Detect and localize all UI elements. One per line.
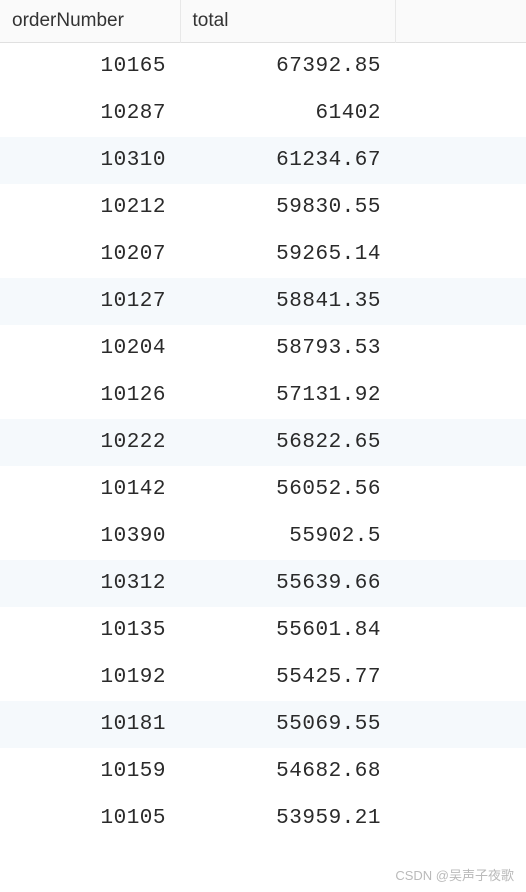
cell-empty [395,795,526,842]
cell-empty [395,419,526,466]
table-row[interactable]: 10127 58841.35 [0,278,526,325]
cell-empty [395,560,526,607]
table-row[interactable]: 10287 61402 [0,90,526,137]
cell-orderNumber: 10207 [0,231,180,278]
cell-total: 54682.68 [180,748,395,795]
cell-orderNumber: 10287 [0,90,180,137]
cell-empty [395,372,526,419]
table-row[interactable]: 10192 55425.77 [0,654,526,701]
cell-orderNumber: 10181 [0,701,180,748]
cell-orderNumber: 10310 [0,137,180,184]
cell-total: 56822.65 [180,419,395,466]
result-table: orderNumber total 10165 67392.85 10287 6… [0,0,526,842]
table-row[interactable]: 10135 55601.84 [0,607,526,654]
cell-total: 58793.53 [180,325,395,372]
cell-total: 55069.55 [180,701,395,748]
cell-total: 53959.21 [180,795,395,842]
cell-total: 61402 [180,90,395,137]
cell-orderNumber: 10105 [0,795,180,842]
table-row[interactable]: 10390 55902.5 [0,513,526,560]
table-row[interactable]: 10181 55069.55 [0,701,526,748]
table-row[interactable]: 10105 53959.21 [0,795,526,842]
cell-empty [395,701,526,748]
table-header-row: orderNumber total [0,0,526,43]
cell-empty [395,513,526,560]
cell-empty [395,184,526,231]
cell-orderNumber: 10204 [0,325,180,372]
cell-orderNumber: 10390 [0,513,180,560]
cell-empty [395,90,526,137]
cell-empty [395,325,526,372]
result-grid-container: orderNumber total 10165 67392.85 10287 6… [0,0,526,892]
cell-total: 55601.84 [180,607,395,654]
table-row[interactable]: 10142 56052.56 [0,466,526,513]
table-row[interactable]: 10312 55639.66 [0,560,526,607]
table-row[interactable]: 10207 59265.14 [0,231,526,278]
cell-total: 59265.14 [180,231,395,278]
table-row[interactable]: 10222 56822.65 [0,419,526,466]
cell-orderNumber: 10159 [0,748,180,795]
cell-empty [395,278,526,325]
watermark-text: CSDN @吴声子夜歌 [395,865,514,884]
cell-empty [395,43,526,90]
table-body: 10165 67392.85 10287 61402 10310 61234.6… [0,43,526,842]
cell-empty [395,466,526,513]
cell-orderNumber: 10222 [0,419,180,466]
cell-orderNumber: 10126 [0,372,180,419]
cell-total: 55902.5 [180,513,395,560]
cell-total: 58841.35 [180,278,395,325]
table-row[interactable]: 10126 57131.92 [0,372,526,419]
table-row[interactable]: 10310 61234.67 [0,137,526,184]
cell-empty [395,654,526,701]
cell-orderNumber: 10135 [0,607,180,654]
cell-total: 56052.56 [180,466,395,513]
table-row[interactable]: 10165 67392.85 [0,43,526,90]
cell-total: 55639.66 [180,560,395,607]
cell-empty [395,231,526,278]
cell-total: 59830.55 [180,184,395,231]
table-row[interactable]: 10212 59830.55 [0,184,526,231]
cell-total: 57131.92 [180,372,395,419]
table-row[interactable]: 10159 54682.68 [0,748,526,795]
table-row[interactable]: 10204 58793.53 [0,325,526,372]
cell-orderNumber: 10142 [0,466,180,513]
column-header-total[interactable]: total [180,0,395,43]
cell-orderNumber: 10165 [0,43,180,90]
cell-empty [395,607,526,654]
column-header-empty [395,0,526,43]
column-header-orderNumber[interactable]: orderNumber [0,0,180,43]
cell-total: 67392.85 [180,43,395,90]
cell-empty [395,137,526,184]
cell-total: 55425.77 [180,654,395,701]
cell-orderNumber: 10312 [0,560,180,607]
cell-orderNumber: 10212 [0,184,180,231]
cell-empty [395,748,526,795]
cell-orderNumber: 10192 [0,654,180,701]
cell-total: 61234.67 [180,137,395,184]
cell-orderNumber: 10127 [0,278,180,325]
